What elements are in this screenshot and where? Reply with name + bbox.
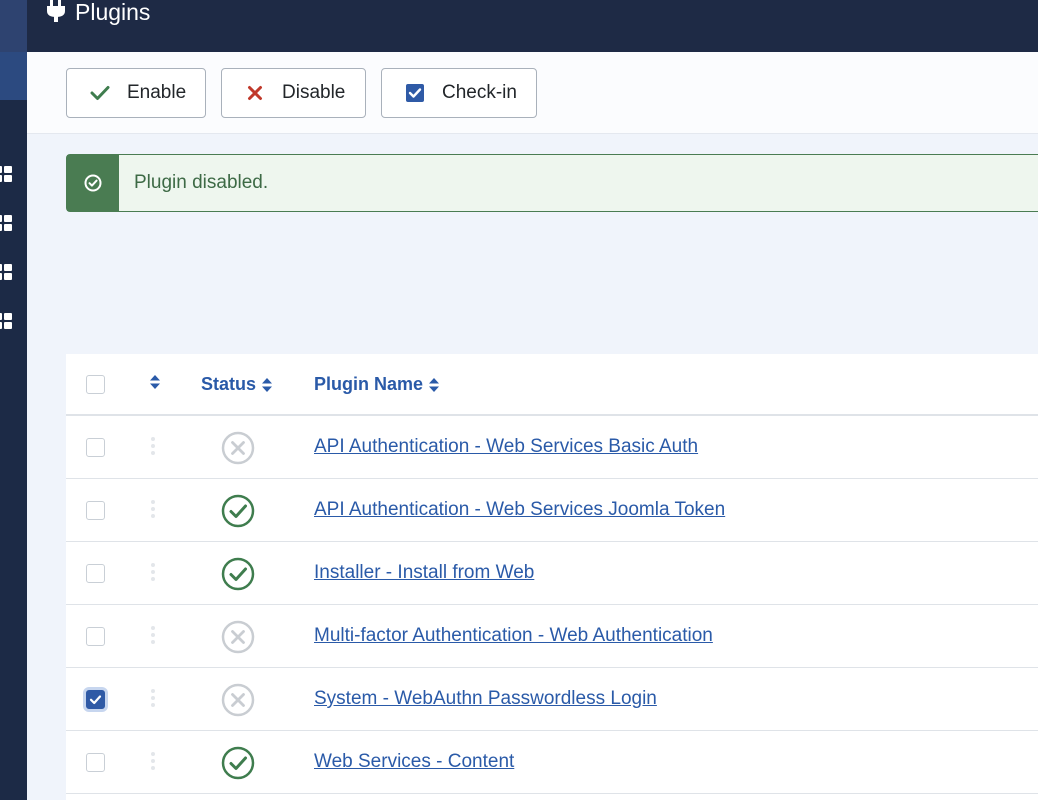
status-enabled-icon[interactable] xyxy=(221,494,255,528)
status-disabled-icon[interactable] xyxy=(221,683,255,717)
dashboard-icon[interactable] xyxy=(0,264,12,280)
row-checkbox[interactable] xyxy=(86,501,105,520)
check-in-button[interactable]: Check-in xyxy=(381,68,537,118)
plugin-name-header-label: Plugin Name xyxy=(314,374,424,394)
plugin-name-link[interactable]: API Authentication - Web Services Basic … xyxy=(314,436,698,458)
plugin-name-link[interactable]: API Authentication - Web Services Joomla… xyxy=(314,499,725,521)
ordering-sort[interactable] xyxy=(149,374,161,390)
dashboard-icon[interactable] xyxy=(0,313,12,329)
drag-handle-icon[interactable] xyxy=(150,752,156,770)
plug-icon xyxy=(47,0,65,22)
success-alert: Plugin disabled. xyxy=(66,154,1038,212)
status-column-header[interactable]: Status xyxy=(201,374,273,395)
sort-icon xyxy=(262,377,273,392)
dashboard-icon[interactable] xyxy=(0,215,12,231)
status-disabled-icon[interactable] xyxy=(221,620,255,654)
row-checkbox[interactable] xyxy=(86,438,105,457)
status-enabled-icon[interactable] xyxy=(221,557,255,591)
checkbox-icon xyxy=(404,82,426,104)
table-row: System - WebAuthn Passwordless Login xyxy=(66,668,1038,731)
disable-button-label: Disable xyxy=(282,82,346,103)
check-circle-icon xyxy=(84,174,102,192)
enable-button-label: Enable xyxy=(127,82,187,103)
table-header: Status Plugin Name xyxy=(66,354,1038,416)
plugin-name-column-header[interactable]: Plugin Name xyxy=(314,374,440,395)
sidebar-toggle[interactable] xyxy=(0,0,27,52)
table-row: Multi-factor Authentication - Web Authen… xyxy=(66,605,1038,668)
status-enabled-icon[interactable] xyxy=(221,746,255,780)
row-checkbox[interactable] xyxy=(86,627,105,646)
plugin-name-link[interactable]: System - WebAuthn Passwordless Login xyxy=(314,688,657,710)
select-all-checkbox[interactable] xyxy=(86,375,105,394)
status-header-label: Status xyxy=(201,374,257,394)
plugins-table: Status Plugin Name API Authentication - … xyxy=(66,354,1038,800)
drag-handle-icon[interactable] xyxy=(150,626,156,644)
enable-button[interactable]: Enable xyxy=(66,68,206,118)
drag-handle-icon[interactable] xyxy=(150,500,156,518)
plugin-name-link[interactable]: Multi-factor Authentication - Web Authen… xyxy=(314,625,713,647)
row-checkbox-checked[interactable] xyxy=(86,690,105,709)
alert-icon-area xyxy=(67,155,119,211)
drag-handle-icon[interactable] xyxy=(150,563,156,581)
close-icon xyxy=(244,82,266,104)
check-icon xyxy=(89,82,111,104)
sidebar-item-active[interactable] xyxy=(0,52,27,100)
status-disabled-icon[interactable] xyxy=(221,431,255,465)
table-row: API Authentication - Web Services Basic … xyxy=(66,416,1038,479)
row-checkbox[interactable] xyxy=(86,753,105,772)
row-checkbox[interactable] xyxy=(86,564,105,583)
table-row: Web Services - Content xyxy=(66,731,1038,794)
disable-button[interactable]: Disable xyxy=(221,68,366,118)
page-header: Plugins xyxy=(27,0,1038,52)
check-icon xyxy=(89,695,102,705)
table-row: Installer - Install from Web xyxy=(66,542,1038,605)
sidebar xyxy=(0,0,27,800)
sort-icon xyxy=(429,377,440,392)
toolbar: Enable Disable Check-in xyxy=(27,52,1038,134)
plugin-name-link[interactable]: Installer - Install from Web xyxy=(314,562,534,584)
drag-handle-icon[interactable] xyxy=(150,437,156,455)
drag-handle-icon[interactable] xyxy=(150,689,156,707)
plugin-name-link[interactable]: Web Services - Content xyxy=(314,751,514,773)
check-in-button-label: Check-in xyxy=(442,82,517,103)
table-row: API Authentication - Web Services Joomla… xyxy=(66,479,1038,542)
sort-icon xyxy=(150,375,160,389)
dashboard-icon[interactable] xyxy=(0,166,12,182)
alert-message: Plugin disabled. xyxy=(134,172,269,193)
page-title: Plugins xyxy=(75,0,151,25)
